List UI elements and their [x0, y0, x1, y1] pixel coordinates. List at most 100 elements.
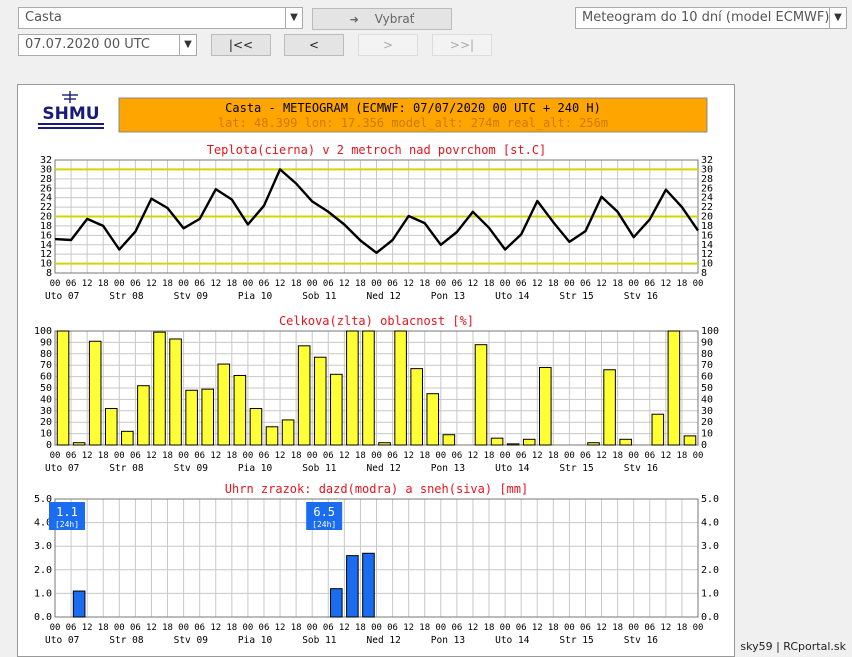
cloud-bar — [88, 340, 102, 446]
x-hour-label: 00 — [500, 279, 511, 289]
x-hour-label: 12 — [275, 451, 286, 461]
x-day-label: Stv 09 — [174, 291, 209, 302]
x-hour-label: 18 — [98, 279, 109, 289]
y-tick-label: 30 — [701, 164, 713, 175]
y-tick-label: 60 — [701, 372, 713, 383]
y-tick-label: 28 — [40, 174, 52, 185]
x-hour-label: 12 — [468, 451, 479, 461]
x-hour-label: 12 — [468, 623, 479, 633]
x-hour-label: 06 — [194, 623, 205, 633]
y-tick-label: 14 — [701, 240, 713, 251]
x-hour-label: 18 — [612, 279, 623, 289]
x-hour-label: 00 — [178, 279, 189, 289]
cloud-bar — [522, 438, 536, 446]
cloud-bar — [683, 435, 697, 446]
x-hour-label: 18 — [355, 623, 366, 633]
x-hour-label: 12 — [275, 623, 286, 633]
cloud-bar — [313, 356, 327, 446]
y-tick-label: 18 — [701, 221, 713, 232]
x-hour-label: 12 — [660, 279, 671, 289]
chevron-down-icon[interactable]: ▼ — [179, 35, 196, 55]
cloud-bar — [426, 393, 440, 446]
x-day-label: Stv 16 — [624, 463, 659, 474]
x-hour-label: 06 — [323, 623, 334, 633]
x-hour-label: 18 — [355, 451, 366, 461]
y-tick-label: 24 — [701, 193, 713, 204]
x-day-label: Pon 13 — [431, 291, 465, 302]
x-hour-label: 00 — [435, 623, 446, 633]
y-tick-label: 1.0 — [34, 588, 52, 599]
x-hour-label: 06 — [259, 451, 270, 461]
chevron-down-icon[interactable]: ▼ — [829, 8, 846, 28]
x-day-label: Sob 11 — [302, 635, 337, 646]
chevron-down-icon[interactable]: ▼ — [285, 8, 302, 28]
y-tick-label: 40 — [40, 394, 52, 405]
x-hour-label: 12 — [403, 623, 414, 633]
x-hour-label: 12 — [210, 623, 221, 633]
y-tick-label: 28 — [701, 174, 713, 185]
x-hour-label: 18 — [291, 279, 302, 289]
cloud-cover-chart: Celkova(zlta) oblacnost [%]0 010 1020 2030 3… — [34, 314, 719, 474]
x-hour-label: 00 — [500, 451, 511, 461]
x-hour-label: 00 — [50, 279, 61, 289]
x-hour-label: 00 — [242, 623, 253, 633]
cloud-bar — [169, 338, 182, 446]
cloud-bar — [137, 385, 150, 446]
x-hour-label: 12 — [339, 279, 350, 289]
x-hour-label: 00 — [693, 451, 704, 461]
cloud-bar — [474, 344, 488, 446]
y-tick-label: 90 — [701, 337, 713, 348]
x-hour-label: 00 — [114, 451, 125, 461]
x-hour-label: 06 — [516, 279, 527, 289]
x-day-label: Ned 12 — [367, 291, 401, 302]
x-hour-label: 12 — [146, 623, 157, 633]
prev-button[interactable]: < — [284, 34, 344, 56]
x-hour-label: 00 — [628, 623, 639, 633]
x-day-label: Stv 09 — [174, 635, 209, 646]
x-day-label: Str 15 — [559, 463, 593, 474]
x-day-label: Ned 12 — [367, 635, 401, 646]
y-tick-label: 30 — [701, 406, 713, 417]
x-day-label: Uto 14 — [495, 635, 530, 646]
cloud-bar — [378, 442, 391, 446]
y-tick-label: 32 — [701, 155, 713, 166]
location-value: Casta — [25, 10, 62, 25]
x-hour-label: 06 — [259, 279, 270, 289]
x-hour-label: 18 — [355, 279, 366, 289]
x-hour-label: 12 — [82, 279, 93, 289]
y-tick-label: 30 — [40, 164, 52, 175]
x-hour-label: 12 — [596, 623, 607, 633]
y-tick-label: 10 — [701, 429, 713, 440]
x-day-label: Pia 10 — [238, 291, 273, 302]
x-hour-label: 12 — [660, 451, 671, 461]
x-hour-label: 06 — [387, 623, 398, 633]
x-day-label: Pia 10 — [238, 635, 273, 646]
x-hour-label: 06 — [451, 279, 462, 289]
last-button[interactable]: >>| — [432, 34, 492, 56]
y-tick-label: 16 — [701, 230, 713, 241]
cloud-bar — [506, 443, 520, 446]
cloud-bar — [233, 374, 247, 446]
x-hour-label: 06 — [130, 279, 141, 289]
y-tick-label: 22 — [701, 202, 713, 213]
y-tick-label: 2.0 — [34, 565, 52, 576]
datetime-select[interactable]: 07.07.2020 00 UTC ▼ — [18, 34, 197, 56]
x-day-label: Uto 07 — [45, 291, 79, 302]
product-select[interactable]: Meteogram do 10 dní (model ECMWF) ▼ — [575, 7, 847, 29]
location-select[interactable]: Casta ▼ — [18, 7, 303, 29]
rain-bar — [330, 588, 343, 618]
cloud-bar — [153, 331, 166, 446]
x-hour-label: 18 — [419, 279, 430, 289]
x-hour-label: 06 — [130, 623, 141, 633]
x-hour-label: 00 — [178, 451, 189, 461]
x-hour-label: 18 — [548, 279, 559, 289]
x-hour-label: 18 — [98, 451, 109, 461]
y-tick-label: 18 — [40, 221, 52, 232]
go-button[interactable]: ➜ Vybrať — [312, 8, 452, 30]
y-tick-label: 14 — [40, 240, 52, 251]
header-subtitle: lat: 48.399 lon: 17.356 model_alt: 274m … — [218, 116, 608, 130]
x-hour-label: 18 — [548, 451, 559, 461]
first-button[interactable]: |<< — [211, 34, 271, 56]
next-button[interactable]: > — [358, 34, 418, 56]
x-hour-label: 00 — [628, 451, 639, 461]
